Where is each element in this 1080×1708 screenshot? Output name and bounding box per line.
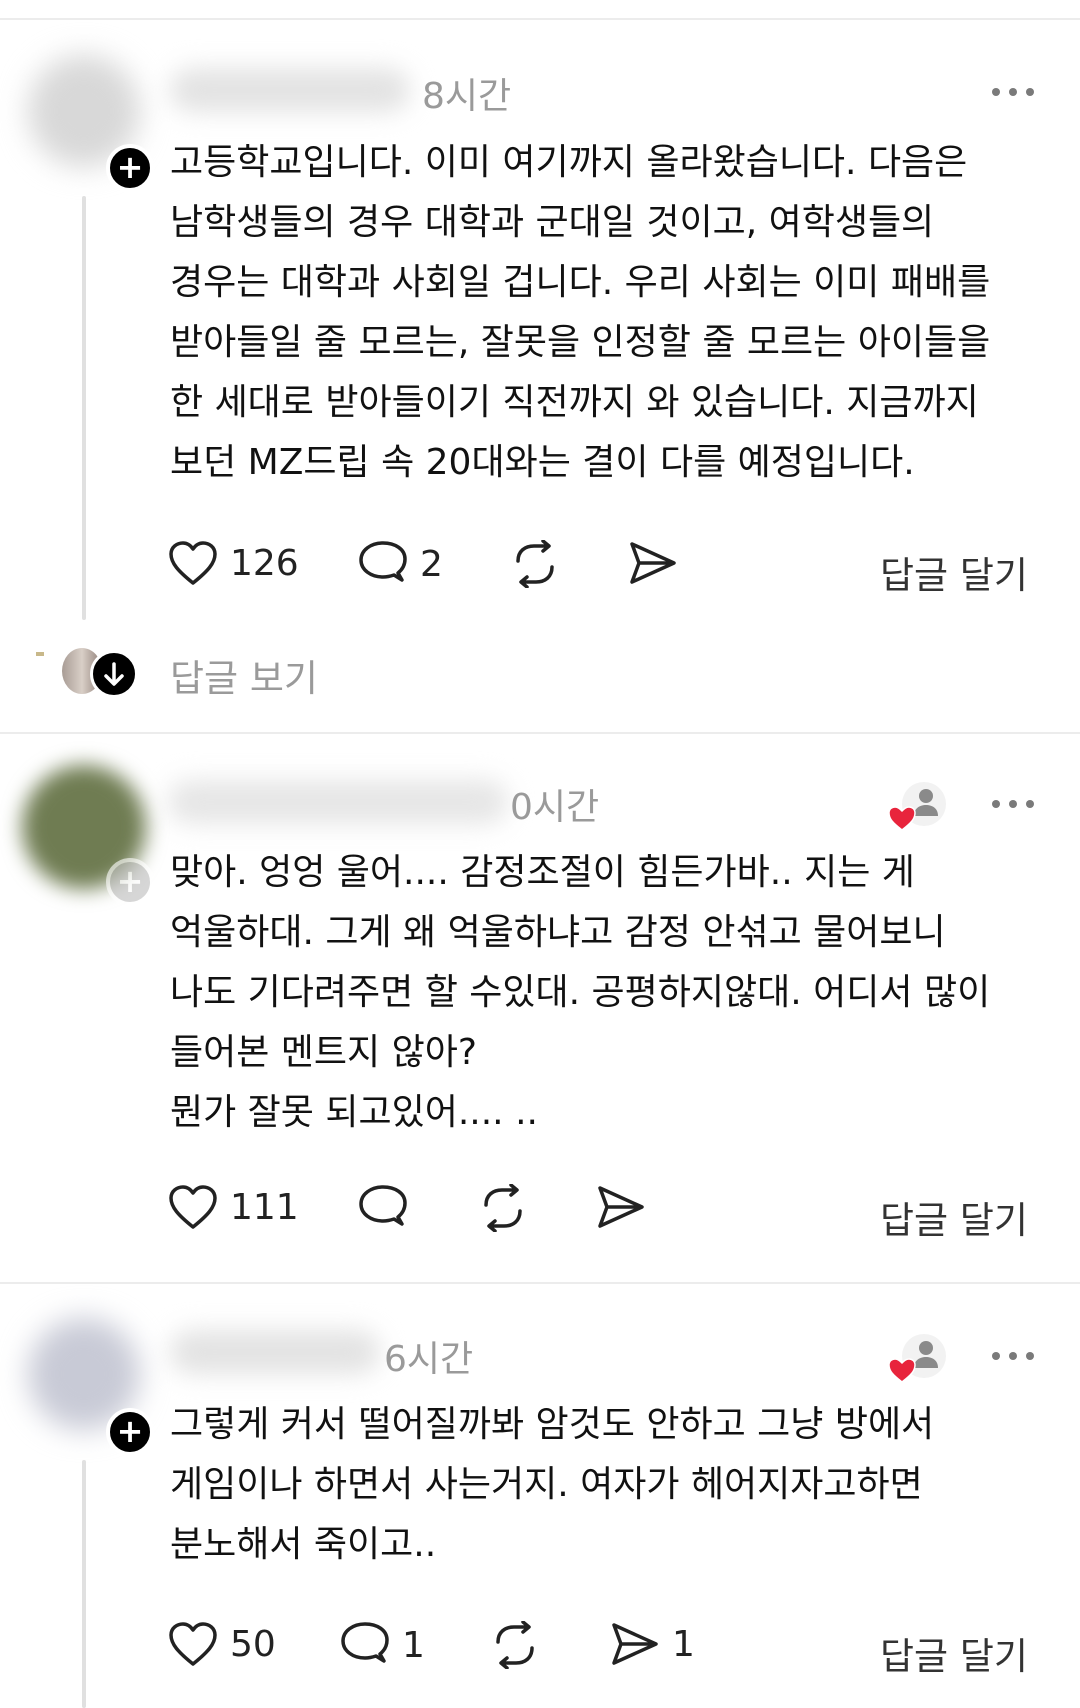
- view-replies-link[interactable]: 답글 보기: [170, 648, 318, 702]
- reply-button[interactable]: 답글 달기: [880, 1626, 1028, 1680]
- comment-time: 0시간: [510, 787, 600, 828]
- comment-count: 2: [420, 543, 443, 585]
- repost-button[interactable]: [478, 1184, 528, 1232]
- heart-icon: [169, 541, 217, 585]
- more-options-icon[interactable]: [992, 1352, 1034, 1360]
- comment-button[interactable]: [358, 1184, 408, 1232]
- comment-divider: [0, 1282, 1080, 1284]
- like-count: 50: [230, 1623, 276, 1665]
- like-count: 126: [230, 542, 299, 584]
- comment-time: 8시간: [422, 76, 512, 117]
- share-button[interactable]: 1: [610, 1621, 695, 1667]
- username[interactable]: [168, 780, 508, 824]
- like-button[interactable]: 50: [168, 1621, 276, 1667]
- author-liked-badge: [888, 1332, 946, 1383]
- comment-divider: [0, 732, 1080, 734]
- follow-plus-icon[interactable]: +: [106, 144, 154, 192]
- send-icon: [612, 1623, 658, 1665]
- repost-icon: [516, 540, 554, 588]
- share-button[interactable]: [628, 540, 678, 586]
- heart-icon: [169, 1185, 217, 1229]
- top-divider: [0, 18, 1080, 20]
- username[interactable]: [170, 68, 410, 112]
- comment-text: 맞아. 엉엉 울어.... 감정조절이 힘든가바.. 지는 게 억울하대. 그게…: [170, 852, 991, 1133]
- repost-button[interactable]: [510, 540, 560, 588]
- comment-button[interactable]: 1: [340, 1621, 425, 1669]
- thread-line: [82, 1460, 86, 1708]
- reply-avatar-dot: [36, 652, 44, 656]
- author-liked-badge: [888, 780, 946, 831]
- repost-icon: [484, 1184, 522, 1232]
- comment-text: 그렇게 커서 떨어질까봐 암것도 안하고 그냥 방에서 게임이나 하면서 사는거…: [170, 1404, 935, 1565]
- heart-icon: [169, 1622, 217, 1666]
- username[interactable]: [170, 1330, 380, 1374]
- like-count: 111: [230, 1186, 299, 1228]
- comment-bubble-icon: [359, 541, 407, 582]
- comment-bubble-icon: [341, 1622, 389, 1663]
- like-button[interactable]: 126: [168, 540, 299, 586]
- send-icon: [630, 542, 676, 584]
- more-options-icon[interactable]: [992, 800, 1034, 808]
- reply-button[interactable]: 답글 달기: [880, 545, 1028, 599]
- reply-button[interactable]: 답글 달기: [880, 1190, 1028, 1244]
- share-count: 1: [672, 1623, 695, 1665]
- arrow-down-icon[interactable]: [90, 650, 138, 698]
- comment-text: 고등학교입니다. 이미 여기까지 올라왔습니다. 다음은 남학생들의 경우 대학…: [170, 142, 991, 483]
- repost-icon: [496, 1621, 534, 1669]
- repost-button[interactable]: [490, 1621, 540, 1669]
- comment-button[interactable]: 2: [358, 540, 443, 588]
- comment-time: 6시간: [384, 1339, 474, 1380]
- comment-bubble-icon: [359, 1185, 407, 1226]
- share-button[interactable]: [596, 1184, 646, 1230]
- more-options-icon[interactable]: [992, 88, 1034, 96]
- follow-plus-icon[interactable]: +: [106, 1408, 154, 1456]
- thread-line: [82, 196, 86, 620]
- comment-count: 1: [402, 1624, 425, 1666]
- follow-plus-icon[interactable]: +: [106, 858, 154, 906]
- send-icon: [598, 1186, 644, 1228]
- like-button[interactable]: 111: [168, 1184, 299, 1230]
